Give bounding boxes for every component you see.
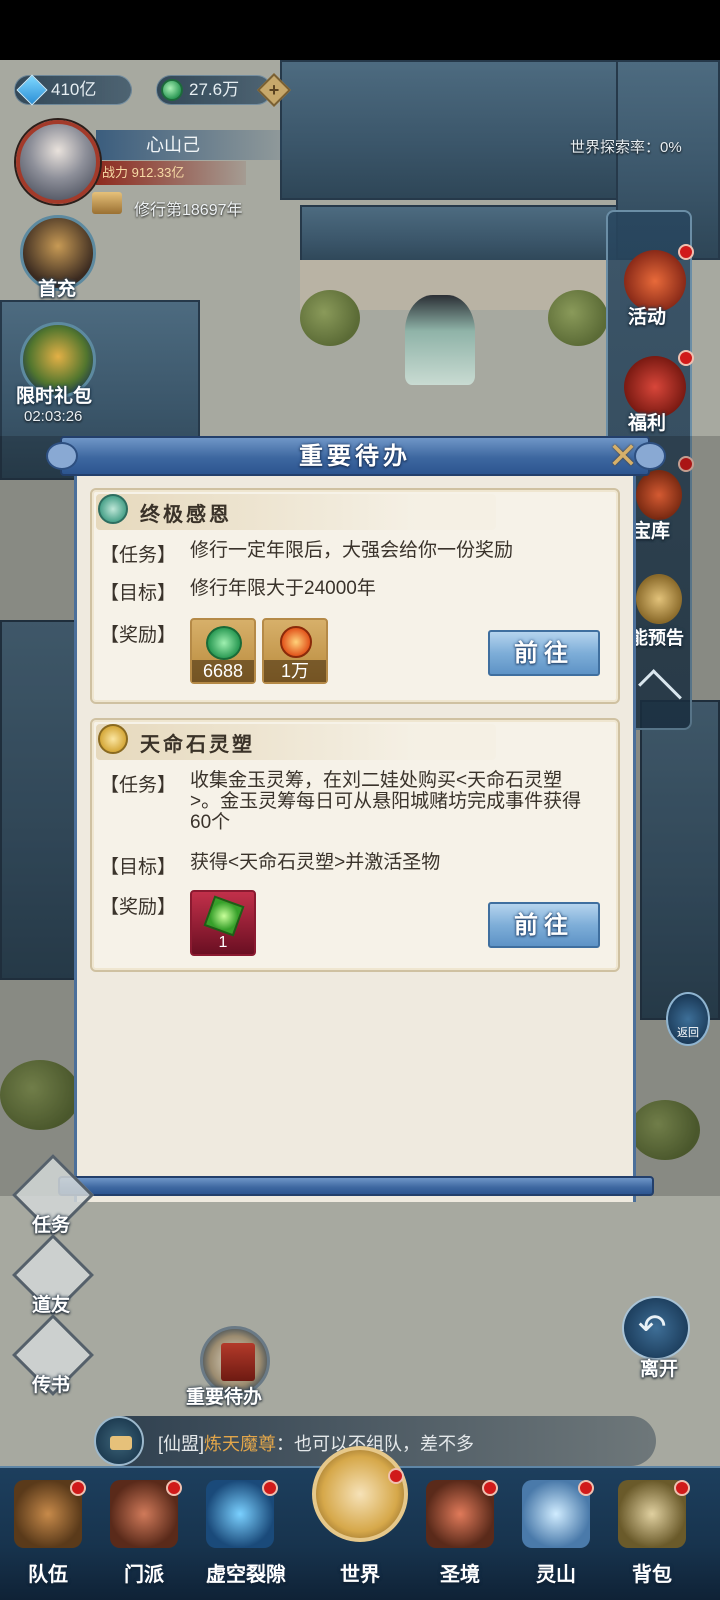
reward-item[interactable]: 1万	[262, 618, 328, 684]
nav-bag[interactable]: 背包	[612, 1558, 692, 1587]
chat-channel: [仙盟]	[158, 1434, 205, 1454]
chat-bubble-icon	[110, 1436, 132, 1450]
modal-title: 重要待办	[299, 441, 411, 470]
avatar[interactable]	[16, 120, 100, 204]
fire-orb-icon	[280, 626, 312, 658]
task-text: 收集金玉灵筹，在刘二娃处购买<天命石灵塑>。金玉灵筹每日可从悬阳城赌坊完成事件获…	[190, 770, 582, 833]
book-icon	[221, 1343, 255, 1381]
goal-label: 【目标】	[100, 857, 177, 878]
green-crystal-icon	[203, 895, 245, 937]
spirit-stone-counter: 410亿	[14, 74, 132, 106]
player-name: 心山己	[146, 135, 200, 155]
team-badge	[70, 1480, 86, 1496]
modal-footer	[58, 1176, 654, 1196]
jade-value: 27.6万	[189, 80, 240, 99]
first-recharge-label: 首充	[38, 278, 77, 300]
reward-quantity: 1	[218, 934, 228, 951]
tree	[300, 290, 360, 346]
activity-label: 活动	[628, 306, 667, 328]
task-label: 【任务】	[100, 545, 177, 566]
return-small-button[interactable]: 返回	[666, 992, 710, 1046]
hall-roof	[280, 60, 620, 200]
treasury-icon[interactable]	[636, 470, 682, 520]
chat-sender: 炼天魔尊	[204, 1434, 277, 1454]
card-title: 天命石灵塑	[140, 732, 255, 756]
welfare-badge	[678, 350, 694, 366]
reward-label: 【奖励】	[100, 625, 177, 646]
task-text: 修行一定年限后，大强会给你一份奖励	[190, 540, 514, 561]
jade-drop-icon	[98, 494, 128, 524]
world-icon[interactable]	[312, 1446, 408, 1542]
card-title: 终极感恩	[140, 502, 232, 526]
explore-rate: 世界探索率：0%	[570, 139, 682, 156]
reward-quantity: 6688	[192, 660, 254, 682]
power-value: 战力 912.33亿	[102, 165, 185, 180]
goal-label: 【目标】	[100, 583, 177, 604]
nav-holy-realm[interactable]: 圣境	[420, 1558, 500, 1587]
reward-label: 【奖励】	[100, 897, 177, 918]
spirit-mountain-badge	[578, 1480, 594, 1496]
reward-quantity: 1万	[264, 660, 326, 682]
limited-pack-label: 限时礼包	[16, 385, 93, 407]
void-rift-badge	[262, 1480, 278, 1496]
important-todo-label: 重要待办	[186, 1386, 263, 1408]
close-button[interactable]: ✕	[606, 438, 640, 474]
nav-sect[interactable]: 门派	[104, 1558, 184, 1587]
return-small-label: 返回	[677, 1027, 699, 1039]
lotus-icon	[98, 724, 128, 754]
plus-icon: +	[268, 80, 280, 100]
preview-icon[interactable]	[636, 574, 682, 624]
todo-card-ultimate-gratitude: 终极感恩 【任务】 修行一定年限后，大强会给你一份奖励 【目标】 修行年限大于2…	[90, 488, 620, 704]
leave-button[interactable]: ↶	[622, 1296, 690, 1360]
world-badge	[388, 1468, 404, 1484]
nav-team[interactable]: 队伍	[8, 1558, 88, 1587]
letter-label: 传书	[32, 1374, 71, 1396]
holy-realm-badge	[482, 1480, 498, 1496]
dao-friend-label: 道友	[32, 1294, 71, 1316]
jade-counter: 27.6万	[156, 75, 272, 105]
power-bar: 战力 912.33亿	[96, 161, 246, 185]
task-label: 【任务】	[100, 775, 177, 796]
goal-text: 修行年限大于24000年	[190, 578, 376, 599]
chat-button[interactable]	[94, 1416, 144, 1466]
status-bar	[0, 0, 720, 60]
limited-pack-timer: 02:03:26	[24, 408, 83, 425]
sect-badge	[166, 1480, 182, 1496]
jade-icon	[161, 79, 183, 101]
chat-message: [仙盟]炼天魔尊：也可以不组队，差不多	[158, 1430, 474, 1456]
close-icon: ✕	[607, 435, 639, 476]
reward-item[interactable]: 1	[190, 890, 256, 956]
welfare-label: 福利	[628, 412, 667, 434]
reward-item[interactable]: 6688	[190, 618, 256, 684]
go-button[interactable]: 前往	[488, 630, 600, 676]
nav-spirit-mountain[interactable]: 灵山	[516, 1558, 596, 1587]
todo-card-fate-stone: 天命石灵塑 【任务】 收集金玉灵筹，在刘二娃处购买<天命石灵塑>。金玉灵筹每日可…	[90, 718, 620, 972]
player-name-bar: 心山己	[96, 130, 282, 160]
task-menu-label: 任务	[32, 1214, 71, 1236]
jade-pendant-icon	[206, 626, 242, 660]
activity-badge	[678, 244, 694, 260]
go-button[interactable]: 前往	[488, 902, 600, 948]
nav-void-rift[interactable]: 虚空裂隙	[196, 1558, 296, 1587]
scroll-icon	[92, 192, 122, 214]
hall-eave	[300, 205, 620, 265]
bag-badge	[674, 1480, 690, 1496]
nav-world[interactable]: 世界	[320, 1558, 400, 1587]
spirit-stone-value: 410亿	[51, 80, 97, 99]
player-character[interactable]	[405, 295, 475, 385]
return-arrow-icon: ↶	[638, 1308, 667, 1346]
cultivation-years: 修行第18697年	[134, 202, 243, 219]
leave-label: 离开	[640, 1358, 679, 1380]
goal-text: 获得<天命石灵塑>并激活圣物	[190, 852, 441, 873]
treasury-label: 宝库	[632, 520, 671, 542]
tree	[548, 290, 608, 346]
gem-icon	[16, 74, 48, 106]
